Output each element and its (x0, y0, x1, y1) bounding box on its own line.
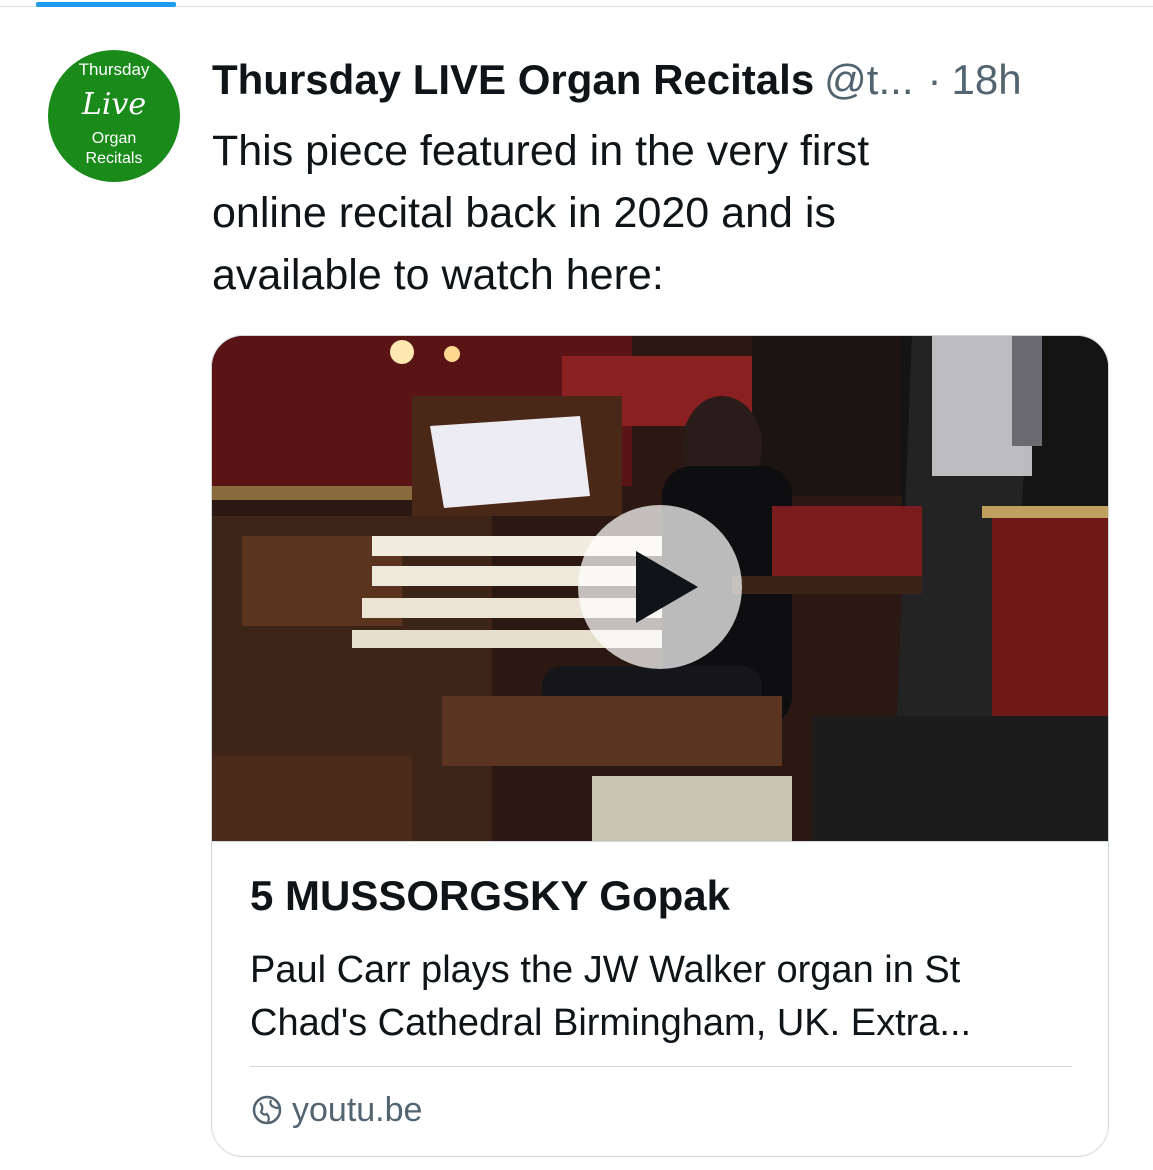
avatar-text-line: Recitals (85, 150, 143, 167)
post-text-line: This piece featured in the very first (212, 127, 870, 175)
user-handle[interactable]: @t... (824, 56, 913, 103)
post-header: Thursday LIVE Organ Recitals @t... · 18h (212, 56, 1112, 104)
play-button[interactable] (578, 505, 742, 669)
post-text: This piece featured in the very first on… (212, 120, 1092, 306)
card-title[interactable]: 5 MUSSORGSKY Gopak (250, 872, 730, 920)
avatar-text-line: Live (81, 87, 147, 122)
separator-dot: · (927, 56, 942, 103)
card-description-line: Chad's Cathedral Birmingham, UK. Extra..… (250, 1002, 972, 1044)
post-timestamp[interactable]: 18h (951, 56, 1021, 103)
card-divider (212, 841, 1108, 842)
card-description: Paul Carr plays the JW Walker organ in S… (250, 944, 1070, 1050)
post-text-line: available to watch here: (212, 251, 664, 299)
card-domain-text: youtu.be (292, 1090, 423, 1129)
card-domain-link[interactable]: youtu.be (250, 1088, 422, 1132)
avatar-text-line: Organ (91, 130, 137, 147)
post-text-line: online recital back in 2020 and is (212, 189, 836, 237)
avatar[interactable]: Thursday Live Organ Recitals (48, 50, 180, 182)
avatar-text-line: Thursday (78, 60, 150, 79)
active-tab-indicator (36, 2, 176, 7)
globe-icon (252, 1095, 282, 1125)
link-card[interactable]: 5 MUSSORGSKY Gopak Paul Carr plays the J… (211, 335, 1109, 1157)
play-icon (636, 551, 698, 623)
card-separator (250, 1066, 1072, 1067)
display-name[interactable]: Thursday LIVE Organ Recitals (212, 56, 814, 103)
video-thumbnail[interactable] (212, 336, 1108, 841)
card-description-line: Paul Carr plays the JW Walker organ in S… (250, 949, 961, 991)
